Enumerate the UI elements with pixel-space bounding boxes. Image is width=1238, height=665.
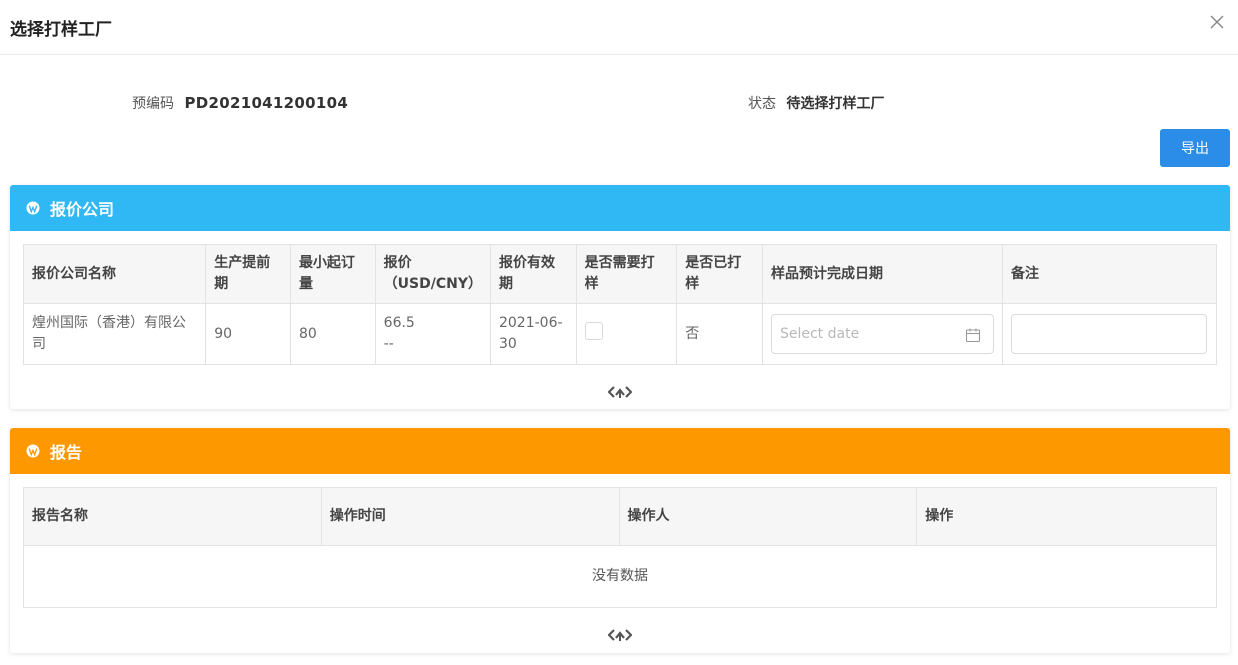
- note-input[interactable]: [1010, 314, 1207, 354]
- calendar-icon: [965, 328, 981, 343]
- modal-title: 选择打样工厂: [10, 20, 112, 40]
- need-sample-checkbox[interactable]: [584, 321, 603, 340]
- code-value: PD2021041200104: [184, 94, 349, 112]
- report-panel-title: 报告: [50, 443, 83, 462]
- modal-header: 选择打样工厂: [0, 0, 1238, 55]
- report-panel-header: 报告: [10, 428, 1230, 474]
- column-header: 报价公司名称: [22, 244, 207, 304]
- moq: 80: [289, 303, 376, 365]
- empty-text: 没有数据: [23, 545, 1217, 608]
- column-header: 操作时间: [320, 487, 620, 546]
- export-button[interactable]: 导出: [1160, 129, 1230, 167]
- price-cell: 66.5 --: [374, 303, 491, 365]
- quote-panel-title: 报价公司: [50, 200, 115, 219]
- column-header: 操作人: [618, 487, 918, 546]
- report-table: 报告名称 操作时间 操作人 操作 没有数据: [23, 487, 1217, 608]
- price-cny: --: [383, 336, 394, 352]
- code-info: 预编码 PD2021041200104: [132, 93, 348, 113]
- column-header: 报告名称: [23, 487, 322, 546]
- report-panel: 报告 报告名称 操作时间 操作人 操作 没有数据: [10, 428, 1230, 653]
- note-cell: [1001, 303, 1218, 365]
- wordpress-icon: [26, 201, 40, 215]
- table-row: 煌州国际（香港）有限公司 90 80 66.5 -- 2021-06-30 否: [22, 303, 1218, 365]
- sampled: 否: [676, 303, 763, 365]
- column-header: 样品预计完成日期: [761, 244, 1003, 304]
- price-usd: 66.5: [383, 315, 415, 331]
- code-label: 预编码: [132, 96, 174, 112]
- company-name: 煌州国际（香港）有限公司: [22, 303, 207, 365]
- wordpress-icon: [26, 444, 40, 458]
- sample-date-cell: [761, 303, 1003, 365]
- quote-table: 报价公司名称 生产提前期 最小起订量 报价（USD/CNY） 报价有效期 是否需…: [22, 244, 1218, 365]
- quote-panel: 报价公司 报价公司名称 生产提前期 最小起订量 报价（USD/CNY） 报价有效…: [10, 185, 1230, 409]
- column-header: 是否已打样: [676, 244, 763, 304]
- status-info: 状态 待选择打样工厂: [748, 93, 884, 113]
- column-header: 报价有效期: [489, 244, 577, 304]
- column-header: 备注: [1001, 244, 1218, 304]
- report-table-header: 报告名称 操作时间 操作人 操作: [23, 487, 1217, 546]
- status-value: 待选择打样工厂: [786, 96, 885, 112]
- column-header: 是否需要打样: [575, 244, 678, 304]
- collapse-toggle-icon[interactable]: [608, 385, 632, 399]
- column-header: 生产提前期: [205, 244, 291, 304]
- column-header: 报价（USD/CNY）: [374, 244, 491, 304]
- close-icon[interactable]: [1208, 13, 1226, 31]
- quote-table-header: 报价公司名称 生产提前期 最小起订量 报价（USD/CNY） 报价有效期 是否需…: [22, 244, 1218, 304]
- need-sample-cell: [575, 303, 678, 365]
- valid-until: 2021-06-30: [489, 303, 577, 365]
- sample-date-input[interactable]: [779, 326, 950, 342]
- collapse-toggle-icon[interactable]: [608, 628, 632, 642]
- empty-row: 没有数据: [23, 545, 1217, 608]
- sample-date-picker[interactable]: [770, 314, 994, 354]
- lead-time: 90: [205, 303, 291, 365]
- status-label: 状态: [748, 96, 776, 112]
- column-header: 操作: [916, 487, 1217, 546]
- quote-panel-header: 报价公司: [10, 185, 1230, 231]
- column-header: 最小起订量: [289, 244, 376, 304]
